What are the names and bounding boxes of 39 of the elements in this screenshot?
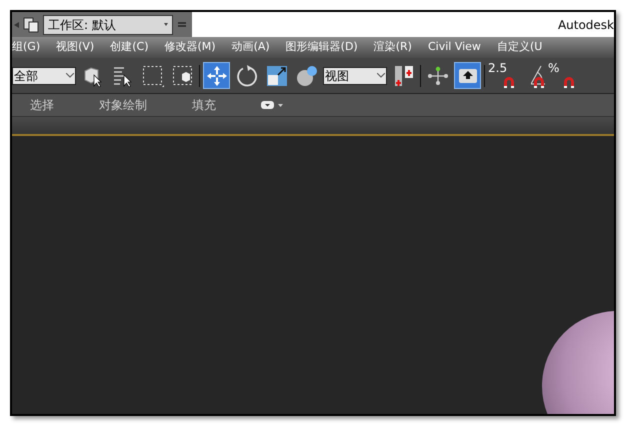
cube-cursor-icon <box>82 64 104 86</box>
ribbon-menu-icon[interactable] <box>261 101 285 109</box>
magnet-icon <box>563 76 575 88</box>
dashed-rectangle-icon <box>142 64 164 86</box>
menu-item[interactable]: 动画(A) <box>232 39 270 56</box>
chevron-down-icon <box>377 73 385 78</box>
list-cursor-icon <box>112 64 134 86</box>
menu-item[interactable]: 修改器(M) <box>164 39 216 56</box>
magnet-icon <box>503 76 515 88</box>
menu-item[interactable]: 图形编辑器(D) <box>286 39 358 56</box>
bars-icon <box>392 64 414 86</box>
rotate-icon <box>236 64 258 86</box>
chevron-down-icon <box>66 73 74 78</box>
menu-item[interactable]: 创建(C) <box>110 39 148 56</box>
toolbar-dropdown[interactable]: 视图 <box>323 66 387 84</box>
move-arrows-icon <box>206 64 228 86</box>
dropdown-arrow-icon <box>164 23 168 26</box>
menu-item[interactable]: Civil View <box>428 39 481 56</box>
pivot-icon <box>426 64 448 86</box>
menu-item[interactable]: 视图(V) <box>56 39 94 56</box>
menu-item[interactable]: 组(G) <box>12 39 40 56</box>
toolbar-dropdown[interactable]: 全部 <box>12 66 76 84</box>
menu-item[interactable]: 自定义(U <box>496 39 542 56</box>
toolbar-button[interactable] <box>454 62 481 89</box>
ribbon-tab[interactable]: 填充 <box>192 96 216 114</box>
menu-item[interactable]: 渲染(R) <box>374 39 412 56</box>
ribbon-tab[interactable]: 选择 <box>30 96 54 114</box>
snap-toggle[interactable]: % <box>548 62 575 90</box>
window-title: Autodesk <box>558 16 614 34</box>
scale-icon <box>266 64 288 86</box>
workspace-dropdown[interactable]: 工作区: 默认 <box>43 14 173 34</box>
dashed-cube-icon <box>172 64 194 86</box>
menu-icon[interactable] <box>177 20 187 30</box>
magnet-icon <box>533 76 545 88</box>
windows-icon[interactable] <box>23 16 39 32</box>
ribbon-tab[interactable]: 对象绘制 <box>99 96 147 114</box>
sphere-icon <box>296 64 318 86</box>
snap-toggle[interactable]: 2.5 <box>488 62 515 90</box>
angle-icon <box>531 64 545 86</box>
